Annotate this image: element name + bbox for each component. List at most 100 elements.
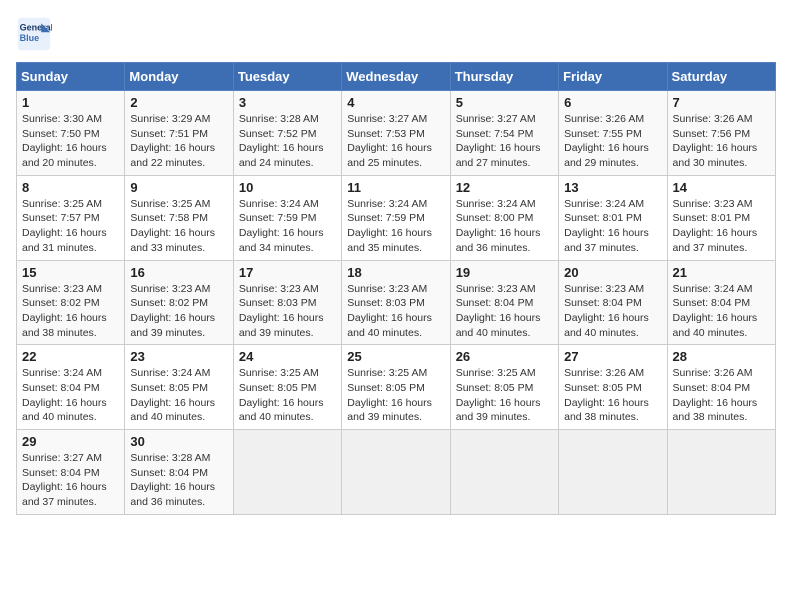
calendar-cell: 28 Sunrise: 3:26 AM Sunset: 8:04 PM Dayli… [667,345,775,430]
calendar-cell: 4Sunrise: 3:27 AM Sunset: 7:53 PM Daylig… [342,91,450,176]
day-number: 11 [347,180,444,195]
calendar-cell: 21Sunrise: 3:24 AM Sunset: 8:04 PM Dayli… [667,260,775,345]
day-number: 17 [239,265,336,280]
calendar-cell: 9 Sunrise: 3:25 AM Sunset: 7:58 PM Daylig… [125,175,233,260]
calendar-cell [342,430,450,515]
day-number: 13 [564,180,661,195]
calendar-cell: 29 Sunrise: 3:27 AM Sunset: 8:04 PM Dayli… [17,430,125,515]
calendar-cell: 14 Sunrise: 3:23 AM Sunset: 8:01 PM Dayli… [667,175,775,260]
calendar-week-1: 1Sunrise: 3:30 AM Sunset: 7:50 PM Daylig… [17,91,776,176]
calendar-cell: 15 Sunrise: 3:23 AM Sunset: 8:02 PM Dayli… [17,260,125,345]
day-number: 30 [130,434,227,449]
day-info: Sunrise: 3:25 AM Sunset: 8:05 PM Dayligh… [347,366,444,425]
calendar-cell: 5 Sunrise: 3:27 AM Sunset: 7:54 PM Daylig… [450,91,558,176]
calendar-week-2: 8Sunrise: 3:25 AM Sunset: 7:57 PM Daylig… [17,175,776,260]
calendar-cell: 23 Sunrise: 3:24 AM Sunset: 8:05 PM Dayli… [125,345,233,430]
calendar-cell: 10Sunrise: 3:24 AM Sunset: 7:59 PM Dayli… [233,175,341,260]
weekday-header-saturday: Saturday [667,63,775,91]
day-number: 28 [673,349,770,364]
calendar-cell: 30 Sunrise: 3:28 AM Sunset: 8:04 PM Dayli… [125,430,233,515]
day-info: Sunrise: 3:25 AM Sunset: 8:05 PM Dayligh… [239,366,336,425]
logo: General Blue [16,16,56,52]
day-number: 23 [130,349,227,364]
calendar-cell: 25 Sunrise: 3:25 AM Sunset: 8:05 PM Dayli… [342,345,450,430]
logo-icon: General Blue [16,16,52,52]
day-info: Sunrise: 3:27 AM Sunset: 7:54 PM Dayligh… [456,112,553,171]
calendar-cell: 13 Sunrise: 3:24 AM Sunset: 8:01 PM Dayli… [559,175,667,260]
calendar-cell: 17 Sunrise: 3:23 AM Sunset: 8:03 PM Dayli… [233,260,341,345]
day-info: Sunrise: 3:25 AM Sunset: 7:58 PM Dayligh… [130,197,227,256]
calendar-cell: 1Sunrise: 3:30 AM Sunset: 7:50 PM Daylig… [17,91,125,176]
day-info: Sunrise: 3:25 AM Sunset: 7:57 PM Dayligh… [22,197,119,256]
calendar-cell: 7Sunrise: 3:26 AM Sunset: 7:56 PM Daylig… [667,91,775,176]
day-info: Sunrise: 3:24 AM Sunset: 7:59 PM Dayligh… [347,197,444,256]
day-info: Sunrise: 3:28 AM Sunset: 8:04 PM Dayligh… [130,451,227,510]
calendar-cell: 19Sunrise: 3:23 AM Sunset: 8:04 PM Dayli… [450,260,558,345]
day-info: Sunrise: 3:27 AM Sunset: 8:04 PM Dayligh… [22,451,119,510]
weekday-header-tuesday: Tuesday [233,63,341,91]
calendar-cell: 12 Sunrise: 3:24 AM Sunset: 8:00 PM Dayli… [450,175,558,260]
day-info: Sunrise: 3:24 AM Sunset: 8:05 PM Dayligh… [130,366,227,425]
day-number: 25 [347,349,444,364]
calendar-cell: 2 Sunrise: 3:29 AM Sunset: 7:51 PM Daylig… [125,91,233,176]
day-info: Sunrise: 3:23 AM Sunset: 8:04 PM Dayligh… [456,282,553,341]
calendar-cell: 24 Sunrise: 3:25 AM Sunset: 8:05 PM Dayli… [233,345,341,430]
day-info: Sunrise: 3:28 AM Sunset: 7:52 PM Dayligh… [239,112,336,171]
day-number: 22 [22,349,119,364]
svg-text:Blue: Blue [20,33,40,43]
calendar-cell: 6 Sunrise: 3:26 AM Sunset: 7:55 PM Daylig… [559,91,667,176]
day-info: Sunrise: 3:25 AM Sunset: 8:05 PM Dayligh… [456,366,553,425]
day-info: Sunrise: 3:29 AM Sunset: 7:51 PM Dayligh… [130,112,227,171]
day-number: 1 [22,95,119,110]
weekday-header-monday: Monday [125,63,233,91]
day-info: Sunrise: 3:23 AM Sunset: 8:02 PM Dayligh… [130,282,227,341]
calendar-cell: 8Sunrise: 3:25 AM Sunset: 7:57 PM Daylig… [17,175,125,260]
day-number: 26 [456,349,553,364]
calendar-week-5: 29 Sunrise: 3:27 AM Sunset: 8:04 PM Dayli… [17,430,776,515]
day-number: 20 [564,265,661,280]
day-number: 6 [564,95,661,110]
day-number: 16 [130,265,227,280]
day-number: 4 [347,95,444,110]
calendar-week-4: 22 Sunrise: 3:24 AM Sunset: 8:04 PM Dayli… [17,345,776,430]
calendar-cell: 3Sunrise: 3:28 AM Sunset: 7:52 PM Daylig… [233,91,341,176]
weekday-header-row: SundayMondayTuesdayWednesdayThursdayFrid… [17,63,776,91]
calendar-table: SundayMondayTuesdayWednesdayThursdayFrid… [16,62,776,515]
day-info: Sunrise: 3:23 AM Sunset: 8:03 PM Dayligh… [239,282,336,341]
day-number: 10 [239,180,336,195]
day-number: 14 [673,180,770,195]
day-info: Sunrise: 3:23 AM Sunset: 8:01 PM Dayligh… [673,197,770,256]
calendar-cell: 18 Sunrise: 3:23 AM Sunset: 8:03 PM Dayli… [342,260,450,345]
day-number: 24 [239,349,336,364]
day-info: Sunrise: 3:23 AM Sunset: 8:03 PM Dayligh… [347,282,444,341]
calendar-cell [667,430,775,515]
day-number: 21 [673,265,770,280]
day-number: 7 [673,95,770,110]
calendar-cell: 11 Sunrise: 3:24 AM Sunset: 7:59 PM Dayli… [342,175,450,260]
calendar-cell [233,430,341,515]
calendar-cell: 26 Sunrise: 3:25 AM Sunset: 8:05 PM Dayli… [450,345,558,430]
day-info: Sunrise: 3:23 AM Sunset: 8:04 PM Dayligh… [564,282,661,341]
day-info: Sunrise: 3:26 AM Sunset: 7:55 PM Dayligh… [564,112,661,171]
day-number: 27 [564,349,661,364]
day-number: 12 [456,180,553,195]
day-info: Sunrise: 3:26 AM Sunset: 8:04 PM Dayligh… [673,366,770,425]
day-number: 2 [130,95,227,110]
calendar-cell: 20 Sunrise: 3:23 AM Sunset: 8:04 PM Dayli… [559,260,667,345]
day-info: Sunrise: 3:26 AM Sunset: 8:05 PM Dayligh… [564,366,661,425]
day-info: Sunrise: 3:24 AM Sunset: 8:00 PM Dayligh… [456,197,553,256]
day-number: 29 [22,434,119,449]
day-info: Sunrise: 3:24 AM Sunset: 8:04 PM Dayligh… [22,366,119,425]
calendar-cell [559,430,667,515]
day-info: Sunrise: 3:23 AM Sunset: 8:02 PM Dayligh… [22,282,119,341]
day-number: 9 [130,180,227,195]
day-info: Sunrise: 3:24 AM Sunset: 8:01 PM Dayligh… [564,197,661,256]
day-number: 15 [22,265,119,280]
day-number: 5 [456,95,553,110]
calendar-cell: 27 Sunrise: 3:26 AM Sunset: 8:05 PM Dayli… [559,345,667,430]
calendar-cell: 16 Sunrise: 3:23 AM Sunset: 8:02 PM Dayli… [125,260,233,345]
weekday-header-sunday: Sunday [17,63,125,91]
day-number: 18 [347,265,444,280]
weekday-header-friday: Friday [559,63,667,91]
weekday-header-wednesday: Wednesday [342,63,450,91]
